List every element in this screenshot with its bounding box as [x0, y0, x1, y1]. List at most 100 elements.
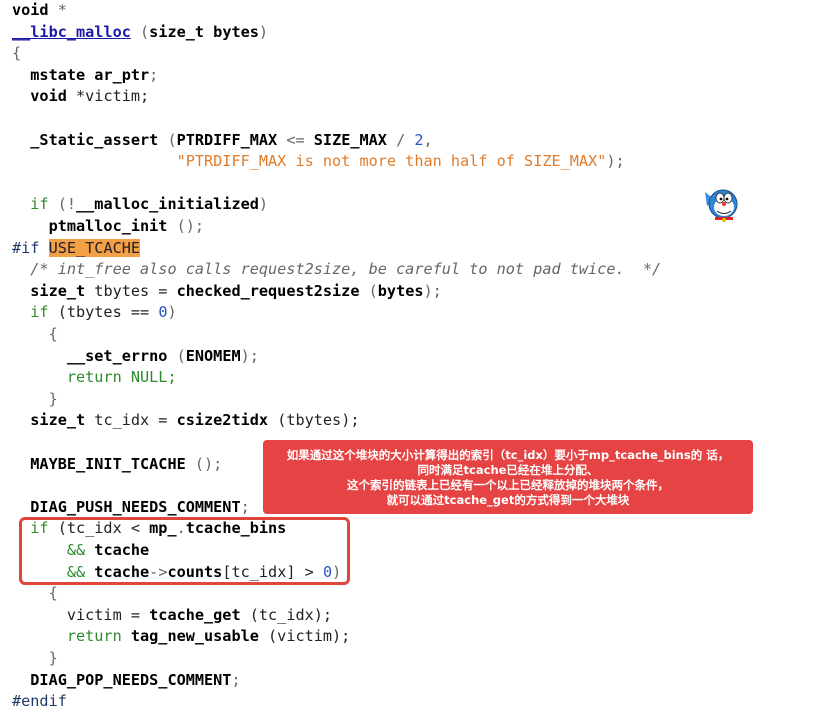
code-line: DIAG_PUSH_NEEDS_COMMENT; [12, 497, 250, 519]
code-line: _Static_assert (PTRDIFF_MAX <= SIZE_MAX … [12, 130, 433, 152]
code-token: *victim; [76, 87, 150, 106]
code-line: #if USE_TCACHE [12, 238, 141, 260]
code-line: #endif [12, 691, 67, 713]
code-token: (); [194, 454, 223, 473]
code-token: (tbytes); [277, 411, 360, 430]
code-token: victim = [12, 605, 150, 624]
code-line: void * [12, 0, 67, 22]
code-token: _Static_assert [12, 130, 168, 149]
code-token: (tbytes == [57, 303, 159, 322]
code-token: csize2tidx [176, 411, 278, 430]
code-token: } [12, 389, 58, 408]
code-token: ( [130, 22, 150, 41]
code-token: ); [606, 152, 625, 171]
code-token: } [12, 649, 58, 667]
code-token: { [12, 584, 58, 603]
code-line: if (!__malloc_initialized) [12, 194, 268, 216]
code-token: /* int_free also calls request2size, be … [12, 260, 662, 279]
code-token: (! [57, 195, 77, 214]
code-token: ptmalloc_init [12, 217, 177, 235]
code-token: bytes [377, 281, 424, 300]
code-token: ENOMEM [185, 346, 241, 365]
code-token: ( [167, 130, 177, 149]
code-token: return NULL; [12, 368, 177, 387]
code-token: / [396, 130, 415, 149]
code-token: __malloc_initialized [76, 195, 259, 214]
code-line: size_t tbytes = checked_request2size (by… [12, 281, 442, 303]
code-line: } [12, 648, 58, 670]
code-line: { [12, 43, 21, 65]
code-line: "PTRDIFF_MAX is not more than half of SI… [12, 151, 625, 173]
code-token: ) [258, 195, 269, 214]
code-token: , [423, 130, 433, 149]
code-token: "PTRDIFF_MAX is not more than half of SI… [176, 152, 607, 171]
code-line: mstate ar_ptr; [12, 65, 158, 87]
annotation-callout: 如果通过这个堆块的大小计算得出的索引（tc_idx）要小于mp_tcache_b… [263, 440, 753, 514]
code-line: __set_errno (ENOMEM); [12, 346, 259, 368]
code-token: ); [423, 281, 442, 300]
code-token: tcache_get [149, 605, 250, 624]
annotation-line-3: 这个索引的链表上已经有一个以上已经释放掉的堆块两个条件， [347, 478, 669, 492]
code-token: PTRDIFF_MAX [176, 130, 287, 149]
code-token: ) [258, 22, 269, 41]
code-token: size_t [12, 411, 95, 430]
code-token: __set_errno [12, 346, 177, 365]
code-token: 2 [414, 130, 424, 149]
code-token: ) [167, 303, 177, 322]
code-token: SIZE_MAX [313, 130, 397, 149]
code-line: DIAG_POP_NEEDS_COMMENT; [12, 670, 241, 692]
code-line: { [12, 324, 58, 346]
code-token: checked_request2size [176, 281, 369, 300]
code-token: DIAG_POP_NEEDS_COMMENT [12, 670, 232, 689]
code-token: ( [176, 346, 186, 365]
code-token: (); [176, 217, 205, 235]
code-token: #if [12, 238, 49, 257]
code-line: if (tbytes == 0) [12, 302, 177, 324]
code-token: ; [231, 670, 241, 689]
code-token: __libc_malloc [12, 22, 131, 41]
code-token: ); [240, 346, 259, 365]
code-token: MAYBE_INIT_TCACHE [12, 454, 195, 473]
code-line: void *victim; [12, 86, 149, 108]
code-token: size_t [12, 281, 95, 300]
code-token: #endif [12, 692, 67, 711]
code-line: __libc_malloc (size_t bytes) [12, 22, 268, 44]
code-line: size_t tc_idx = csize2tidx (tbytes); [12, 410, 359, 432]
code-line: ptmalloc_init (); [12, 216, 204, 238]
code-line: { [12, 583, 58, 605]
code-token: if [12, 195, 58, 214]
annotation-line-4: 就可以通过tcache_get的方式得到一个大堆块 [386, 493, 630, 507]
code-token: return [12, 627, 131, 646]
code-token: tc_idx = [94, 411, 177, 430]
code-token: tag_new_usable [130, 627, 269, 646]
highlight-box [19, 517, 350, 585]
code-token: ; [149, 65, 159, 84]
annotation-line-1: 如果通过这个堆块的大小计算得出的索引（tc_idx）要小于mp_tcache_b… [286, 448, 730, 462]
code-view: void * __libc_malloc (size_t bytes){ msta… [0, 0, 825, 723]
code-token: tbytes = [94, 281, 177, 300]
code-token: if [12, 303, 58, 322]
code-line: victim = tcache_get (tc_idx); [12, 605, 332, 627]
code-token: ( [368, 281, 378, 300]
code-line: /* int_free also calls request2size, be … [12, 259, 661, 281]
code-line: return NULL; [12, 367, 177, 389]
code-line: MAYBE_INIT_TCACHE (); [12, 454, 222, 476]
code-line: return tag_new_usable (victim); [12, 626, 350, 648]
code-token: { [12, 44, 22, 63]
code-token: USE_TCACHE [48, 238, 141, 257]
code-token: DIAG_PUSH_NEEDS_COMMENT [12, 497, 241, 516]
annotation-line-2: 同时满足tcache已经在堆上分配、 [417, 463, 599, 477]
code-token: (victim); [268, 627, 351, 646]
code-token: void [12, 87, 77, 106]
code-line: } [12, 389, 58, 411]
code-token: { [12, 325, 58, 343]
code-token: * [57, 1, 67, 19]
code-token: <= [286, 130, 314, 149]
code-token: size_t bytes [149, 22, 259, 41]
code-token: ; [240, 497, 250, 516]
code-token: mstate ar_ptr [12, 65, 150, 84]
doraemon-icon [703, 186, 739, 224]
code-token: void [12, 1, 58, 19]
code-token: (tc_idx); [249, 605, 333, 624]
